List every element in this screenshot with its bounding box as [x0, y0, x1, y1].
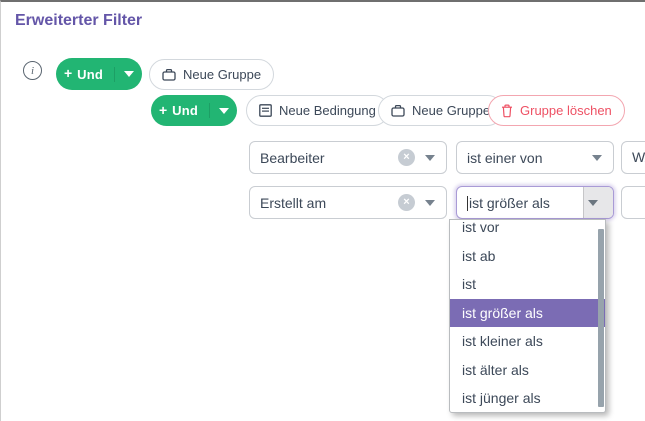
condition-operator-select[interactable]: ist einer von [456, 141, 614, 174]
clear-icon[interactable]: × [398, 194, 415, 211]
button-divider [114, 67, 115, 82]
button-label: Neue Gruppe [183, 67, 261, 82]
operator-label: Und [77, 67, 103, 82]
dropdown-scrollbar-thumb[interactable] [598, 229, 604, 407]
delete-group-button[interactable]: Gruppe löschen [488, 95, 625, 126]
dropdown-option[interactable]: ist ab [450, 242, 605, 271]
chevron-down-icon[interactable] [592, 155, 602, 161]
subgroup-operator-und-button[interactable]: + Und [151, 95, 237, 126]
button-label: Gruppe löschen [520, 103, 612, 118]
plus-icon: + [64, 65, 72, 81]
condition-field-combobox[interactable]: Erstellt am × [249, 186, 447, 219]
plus-icon: + [159, 102, 167, 118]
chevron-down-icon[interactable] [425, 200, 435, 206]
condition-operator-select-open[interactable]: ist größer als [456, 186, 614, 219]
text-cursor [467, 196, 468, 211]
chevron-down-icon [219, 108, 229, 114]
condition-form-icon [259, 104, 272, 117]
chevron-down-icon[interactable] [425, 155, 435, 161]
chevron-down-icon [124, 71, 134, 77]
dropdown-option[interactable]: ist jünger als [450, 384, 605, 413]
info-icon[interactable]: i [23, 61, 42, 80]
value-text: WA [622, 149, 645, 166]
new-condition-button[interactable]: Neue Bedingung [246, 95, 389, 126]
button-divider [209, 103, 210, 118]
dropdown-option[interactable]: ist älter als [450, 356, 605, 385]
field-value: Erstellt am [250, 195, 398, 211]
condition-value-field[interactable]: WA [621, 141, 645, 174]
button-label: Neue Bedingung [279, 103, 376, 118]
operator-dropdown-list: ist vor ist ab ist ist größer als ist kl… [449, 219, 606, 413]
dropdown-option-selected[interactable]: ist größer als [450, 299, 605, 328]
root-new-group-button[interactable]: Neue Gruppe [149, 59, 274, 90]
subgroup-new-group-button[interactable]: Neue Gruppe [378, 95, 503, 126]
operator-value: ist größer als [457, 195, 583, 211]
condition-value-field[interactable] [621, 186, 645, 219]
button-label: Neue Gruppe [412, 103, 490, 118]
group-icon [391, 104, 405, 117]
field-value: Bearbeiter [250, 150, 398, 166]
dropdown-option[interactable]: ist [450, 270, 605, 299]
group-icon [162, 68, 176, 81]
dropdown-option[interactable]: ist kleiner als [450, 327, 605, 356]
advanced-filter-panel: Erweiterter Filter i + Und Neue Gruppe +… [0, 0, 645, 421]
root-operator-und-button[interactable]: + Und [56, 58, 142, 90]
condition-field-combobox[interactable]: Bearbeiter × [249, 141, 447, 174]
select-caret-button[interactable] [583, 187, 613, 218]
clear-icon[interactable]: × [398, 149, 415, 166]
operator-value: ist einer von [457, 150, 592, 166]
dropdown-option[interactable]: ist vor [450, 219, 605, 242]
operator-label: Und [172, 103, 198, 118]
trash-icon [501, 104, 513, 118]
chevron-down-icon [588, 200, 598, 206]
page-title: Erweiterter Filter [15, 12, 142, 30]
